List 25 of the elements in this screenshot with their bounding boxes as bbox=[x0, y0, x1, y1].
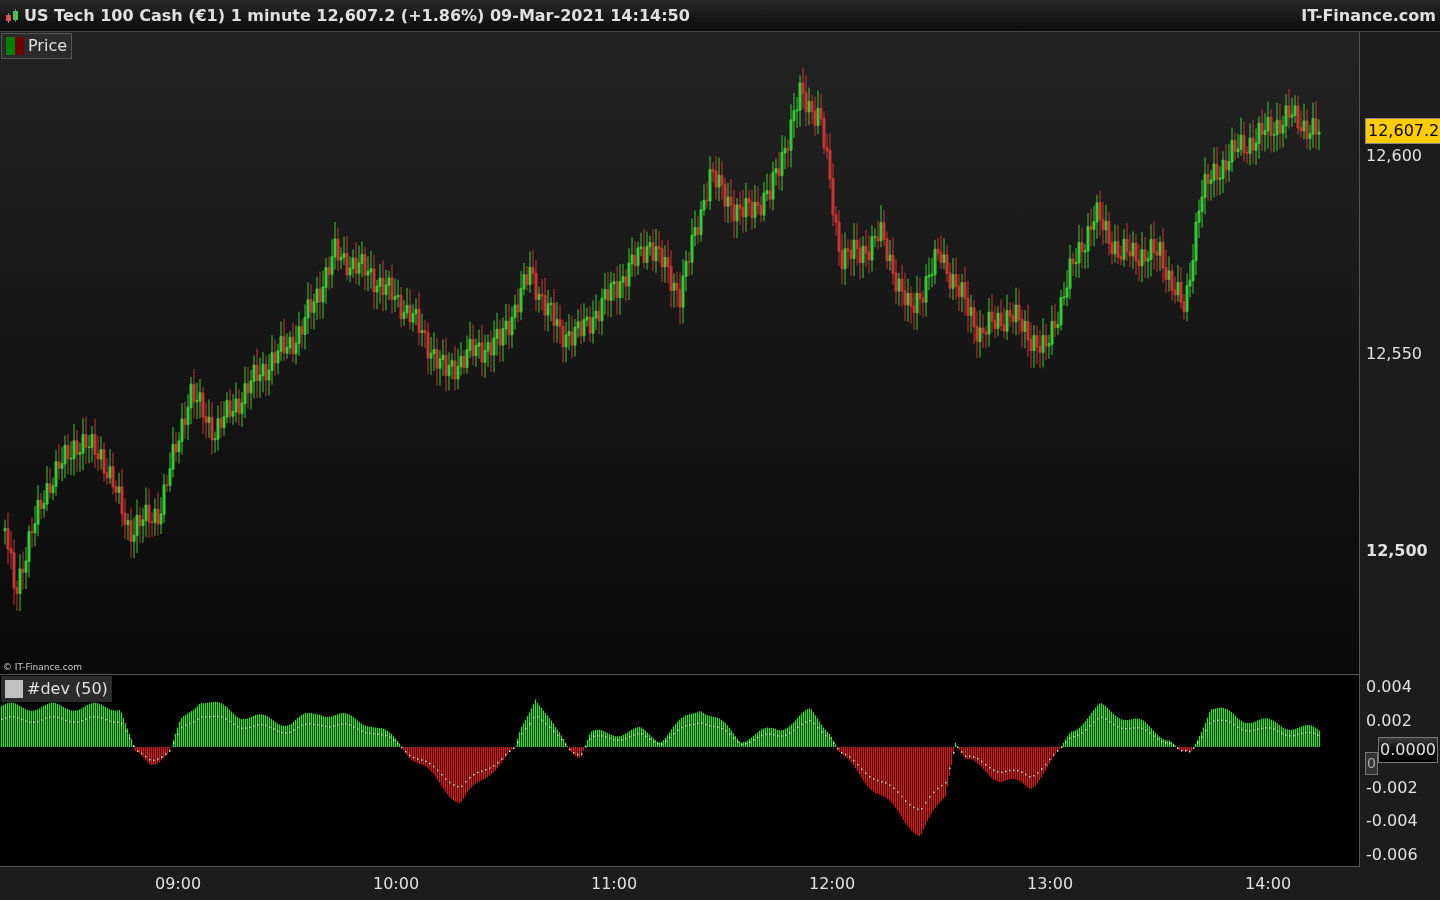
last-price-label: 12,607.2 bbox=[1365, 118, 1440, 144]
time-label: 13:00 bbox=[1026, 873, 1074, 895]
legend-label: Price bbox=[28, 35, 68, 57]
time-label: 12:00 bbox=[808, 873, 856, 895]
legend-label: #dev (50) bbox=[27, 678, 108, 700]
time-label: 14:00 bbox=[1244, 873, 1292, 895]
current-value-label: 0.0000 bbox=[1378, 737, 1438, 763]
axis-label: -0.002 bbox=[1366, 776, 1418, 799]
zero-marker-label: 0 bbox=[1365, 752, 1378, 775]
copyright-text: © IT-Finance.com bbox=[3, 660, 82, 674]
axis-label: 12,500 bbox=[1366, 540, 1428, 562]
candlestick-icon bbox=[4, 8, 20, 23]
time-label: 11:00 bbox=[590, 873, 638, 895]
axis-label: 12,550 bbox=[1366, 342, 1422, 365]
brand-name: IT-Finance.com bbox=[1301, 4, 1436, 27]
axis-label: -0.006 bbox=[1366, 843, 1418, 866]
window-title: US Tech 100 Cash (€1) 1 minute 12,607.2 (+1.86%) 09-Mar-2021 14:14:50 bbox=[24, 4, 690, 27]
time-label: 10:00 bbox=[372, 873, 420, 895]
time-label: 09:00 bbox=[154, 873, 202, 895]
axis-label: 0.002 bbox=[1366, 709, 1412, 732]
square-icon bbox=[5, 680, 23, 698]
axis-label: -0.004 bbox=[1366, 810, 1418, 832]
axis-label: 12,600 bbox=[1366, 145, 1422, 167]
axis-label: 0.004 bbox=[1366, 676, 1412, 698]
candle-colors-icon bbox=[6, 37, 24, 55]
